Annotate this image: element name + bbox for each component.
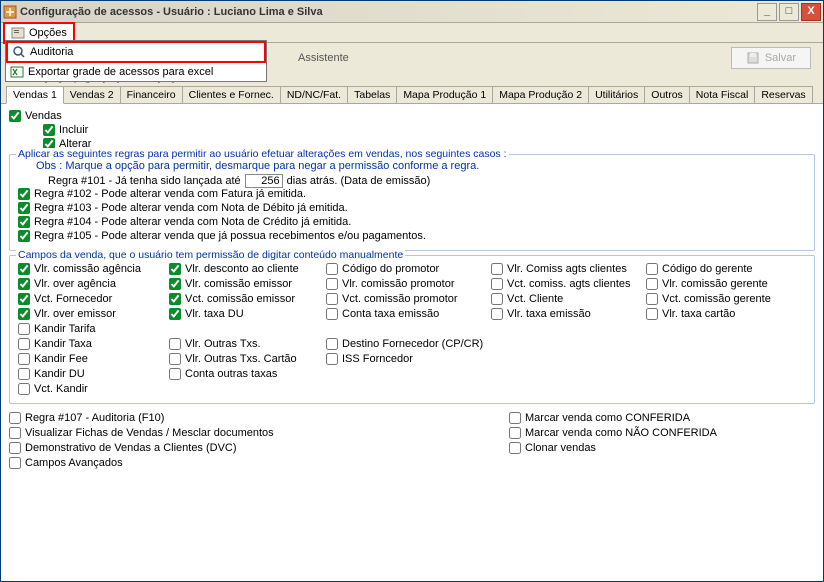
chk-codigo-promotor[interactable]: Código do promotor (326, 263, 488, 275)
chk-kandir-taxa[interactable]: Kandir Taxa (18, 338, 166, 350)
rule-101: Regra #101 - Já tenha sido lançada até d… (48, 174, 808, 188)
close-button[interactable]: X (801, 3, 821, 21)
chk-kandir-fee[interactable]: Kandir Fee (18, 353, 166, 365)
chk-vct-cliente[interactable]: Vct. Cliente (491, 293, 643, 305)
chk-destino-fornecedor[interactable]: Destino Fornecedor (CP/CR) (326, 338, 488, 350)
chk-vlr-over-agencia[interactable]: Vlr. over agência (18, 278, 166, 290)
chk-conta-outras-taxas[interactable]: Conta outras taxas (169, 368, 323, 380)
app-icon (3, 5, 17, 19)
chk-vct-fornecedor[interactable]: Vct. Fornecedor (18, 293, 166, 305)
tab-clientes[interactable]: Clientes e Fornec. (182, 86, 281, 103)
search-icon (12, 45, 26, 59)
options-icon (11, 26, 25, 40)
chk-dvc[interactable]: Demonstrativo de Vendas a Clientes (DVC) (9, 442, 369, 454)
chk-vlr-taxa-cartao[interactable]: Vlr. taxa cartão (646, 308, 794, 320)
excel-icon (10, 65, 24, 79)
titlebar: Configuração de acessos - Usuário : Luci… (1, 1, 823, 23)
chk-vlr-comissao-agencia[interactable]: Vlr. comissão agência (18, 263, 166, 275)
dropdown-opcoes: Auditoria Exportar grade de acessos para… (5, 40, 267, 82)
bottom-options: Regra #107 - Auditoria (F10) Marcar vend… (9, 412, 815, 471)
menu-auditoria-label: Auditoria (30, 46, 73, 58)
save-button[interactable]: Salvar (731, 47, 811, 69)
tab-vendas2[interactable]: Vendas 2 (63, 86, 121, 103)
chk-marcar-conferida[interactable]: Marcar venda como CONFERIDA (509, 412, 823, 424)
tab-vendas1[interactable]: Vendas 1 (6, 86, 64, 104)
menu-exportar-label: Exportar grade de acessos para excel (28, 66, 213, 78)
chk-vlr-outras-txs[interactable]: Vlr. Outras Txs. (169, 338, 323, 350)
tab-reservas[interactable]: Reservas (754, 86, 812, 103)
save-label: Salvar (765, 52, 796, 64)
tabbar: Vendas 1 Vendas 2 Financeiro Clientes e … (1, 86, 823, 104)
chk-codigo-gerente[interactable]: Código do gerente (646, 263, 794, 275)
chk-vlr-taxa-du[interactable]: Vlr. taxa DU (169, 308, 323, 320)
tab-nf[interactable]: Nota Fiscal (689, 86, 756, 103)
chk-vlr-taxa-emissao[interactable]: Vlr. taxa emissão (491, 308, 643, 320)
rules-obs: Obs : Marque a opção para permitir, desm… (36, 160, 808, 172)
chk-vct-comiss-agts[interactable]: Vct. comiss. agts clientes (491, 278, 643, 290)
tab-financeiro[interactable]: Financeiro (120, 86, 183, 103)
maximize-button[interactable]: □ (779, 3, 799, 21)
fields-group: Campos da venda, que o usuário tem permi… (9, 255, 815, 404)
chk-kandir-du[interactable]: Kandir DU (18, 368, 166, 380)
chk-iss-fornecedor[interactable]: ISS Forncedor (326, 353, 488, 365)
chk-vlr-desconto-cliente[interactable]: Vlr. desconto ao cliente (169, 263, 323, 275)
chk-vct-kandir[interactable]: Vct. Kandir (18, 383, 166, 395)
chk-visualizar-fichas[interactable]: Visualizar Fichas de Vendas / Mesclar do… (9, 427, 369, 439)
minimize-button[interactable]: _ (757, 3, 777, 21)
chk-incluir[interactable]: Incluir (43, 124, 815, 136)
chk-vlr-over-emissor[interactable]: Vlr. over emissor (18, 308, 166, 320)
chk-regra-107[interactable]: Regra #107 - Auditoria (F10) (9, 412, 369, 424)
chk-marcar-naoconferida[interactable]: Marcar venda como NÃO CONFERIDA (509, 427, 823, 439)
tab-tabelas[interactable]: Tabelas (347, 86, 397, 103)
fields-legend: Campos da venda, que o usuário tem permi… (16, 249, 405, 261)
menu-auditoria[interactable]: Auditoria (6, 41, 266, 63)
chk-vendas[interactable]: Vendas (9, 110, 815, 122)
chk-clonar-vendas[interactable]: Clonar vendas (509, 442, 823, 454)
menu-opcoes-label: Opções (29, 27, 67, 39)
tab-util[interactable]: Utilitários (588, 86, 645, 103)
chk-rule-104[interactable]: Regra #104 - Pode alterar venda com Nota… (18, 216, 808, 228)
tab-content-vendas1: Vendas Incluir Alterar Aplicar as seguin… (1, 104, 823, 581)
chk-vlr-outras-txs-cartao[interactable]: Vlr. Outras Txs. Cartão (169, 353, 323, 365)
chk-vlr-comiss-agts[interactable]: Vlr. Comiss agts clientes (491, 263, 643, 275)
chk-vct-comissao-promotor[interactable]: Vct. comissão promotor (326, 293, 488, 305)
chk-vct-comissao-gerente[interactable]: Vct. comissão gerente (646, 293, 794, 305)
tab-ndncfat[interactable]: ND/NC/Fat. (280, 86, 348, 103)
chk-campos-avancados[interactable]: Campos Avançados (9, 457, 369, 469)
menu-exportar[interactable]: Exportar grade de acessos para excel (6, 63, 266, 81)
rule-101-days-input[interactable] (245, 174, 283, 188)
chk-rule-102[interactable]: Regra #102 - Pode alterar venda com Fatu… (18, 188, 808, 200)
chk-kandir-tarifa[interactable]: Kandir Tarifa (18, 323, 166, 335)
chk-rule-105[interactable]: Regra #105 - Pode alterar venda que já p… (18, 230, 808, 242)
chk-vct-comissao-emissor[interactable]: Vct. comissão emissor (169, 293, 323, 305)
chk-vlr-comissao-gerente[interactable]: Vlr. comissão gerente (646, 278, 794, 290)
tab-outros[interactable]: Outros (644, 86, 690, 103)
window-title: Configuração de acessos - Usuário : Luci… (20, 6, 757, 18)
chk-vlr-comissao-emissor[interactable]: Vlr. comissão emissor (169, 278, 323, 290)
tab-mapa2[interactable]: Mapa Produção 2 (492, 86, 589, 103)
chk-conta-taxa-emissao[interactable]: Conta taxa emissão (326, 308, 488, 320)
tab-mapa1[interactable]: Mapa Produção 1 (396, 86, 493, 103)
chk-rule-103[interactable]: Regra #103 - Pode alterar venda com Nota… (18, 202, 808, 214)
save-icon (746, 51, 760, 65)
rules-group: Aplicar as seguintes regras para permiti… (9, 154, 815, 251)
rules-legend: Aplicar as seguintes regras para permiti… (16, 148, 509, 160)
chk-vlr-comissao-promotor[interactable]: Vlr. comissão promotor (326, 278, 488, 290)
